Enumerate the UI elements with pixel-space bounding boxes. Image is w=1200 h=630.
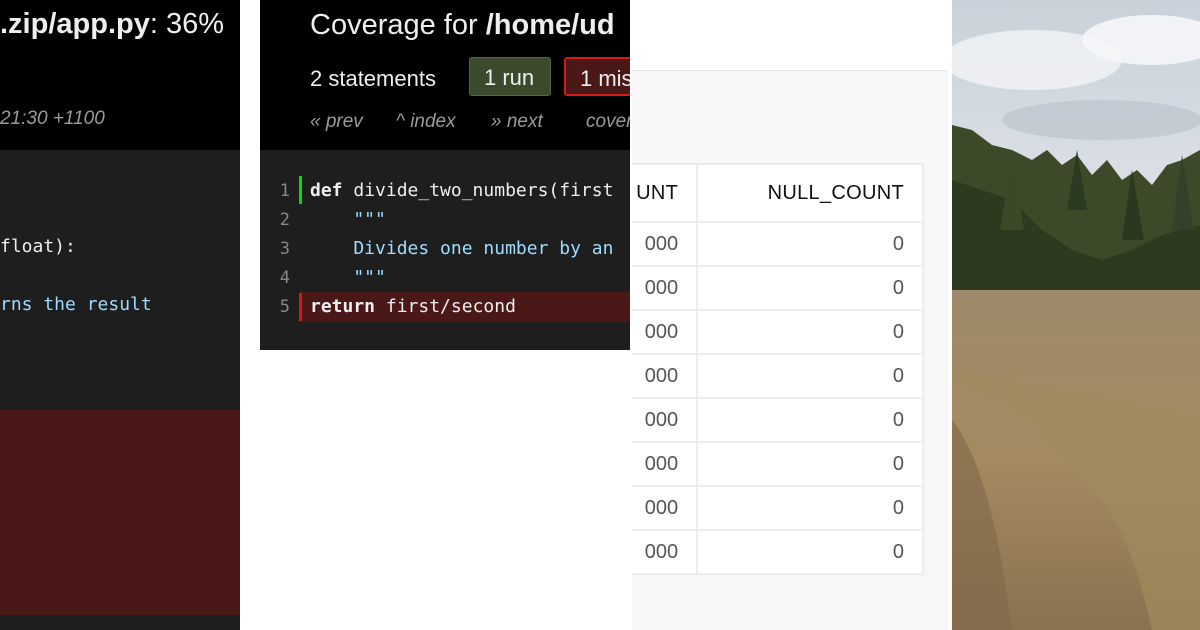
title-prefix: Coverage for <box>310 9 486 41</box>
table-body: 000 0 000 0 000 0 000 0 000 0 000 0 000 0 000 0 <box>632 221 924 575</box>
line-number[interactable]: 1 <box>260 181 290 201</box>
landscape-photo <box>952 0 1200 630</box>
code-fragment: ) <box>0 558 4 582</box>
code-line: Divides one number by an <box>310 238 614 259</box>
code-text: first/second <box>375 296 516 317</box>
index-link[interactable]: ^ index <box>396 111 456 133</box>
table-row: 000 0 <box>632 441 924 487</box>
page-title: Coverage for /home/ud <box>310 9 615 42</box>
null-count-cell: 0 <box>696 221 924 267</box>
line-number[interactable]: 3 <box>260 239 290 259</box>
code-line: """ <box>310 267 386 288</box>
null-count-cell: 0 <box>696 397 924 443</box>
prev-link[interactable]: « prev <box>310 111 363 133</box>
null-count-cell: 0 <box>696 265 924 311</box>
coverage-percent: : 36% <box>149 8 225 40</box>
count-cell: 000 <box>632 353 699 399</box>
timestamp: 21:30 +1100 <box>0 108 105 129</box>
count-cell: 000 <box>632 441 699 487</box>
left-coverage-panel: .zip/app.py: 36% 21:30 +1100 float): rns… <box>0 0 240 630</box>
table-header-row: UNT NULL_COUNT <box>632 163 924 223</box>
null-count-cell: 0 <box>696 441 924 487</box>
null-count-cell: 0 <box>696 353 924 399</box>
table-row: 000 0 <box>632 353 924 399</box>
code-line: def divide_two_numbers(first <box>310 180 613 201</box>
page-title: .zip/app.py: 36% <box>0 8 224 41</box>
count-cell: 000 <box>632 485 699 531</box>
field-forest-image <box>952 0 1200 630</box>
missing-line-marker <box>299 293 302 321</box>
code-line-docstring: rns the result <box>0 294 152 315</box>
coverage-link[interactable]: cover <box>586 111 630 133</box>
statement-count: 2 statements <box>310 66 436 91</box>
table-row: 000 0 <box>632 221 924 267</box>
cloud <box>1002 100 1200 140</box>
null-count-cell: 0 <box>696 529 924 575</box>
null-count-cell: 0 <box>696 485 924 531</box>
table-row: 000 0 <box>632 485 924 531</box>
table-row: 000 0 <box>632 265 924 311</box>
count-cell: 000 <box>632 265 699 311</box>
code-line: """ <box>310 209 386 230</box>
line-number[interactable]: 4 <box>260 268 290 288</box>
file-name: .zip/app.py <box>0 8 150 40</box>
line-number[interactable]: 2 <box>260 210 290 230</box>
count-cell: 000 <box>632 529 699 575</box>
count-cell: 000 <box>632 221 699 267</box>
count-cell: 000 <box>632 397 699 443</box>
count-cell: 000 <box>632 309 699 355</box>
run-line-marker <box>299 176 302 204</box>
code-line: float): <box>0 236 76 257</box>
missing-filter-button[interactable]: 1 mis <box>564 57 630 96</box>
line-number[interactable]: 5 <box>260 297 290 317</box>
code-line: return first/second <box>310 296 516 317</box>
stats-table: UNT NULL_COUNT 000 0 000 0 000 0 000 0 000 0 000 0 0… <box>632 163 924 575</box>
next-link[interactable]: » next <box>491 111 543 133</box>
table-row: 000 0 <box>632 397 924 443</box>
keyword: return <box>310 296 376 317</box>
run-filter-button[interactable]: 1 run <box>469 57 551 96</box>
file-path: /home/ud <box>485 9 615 41</box>
middle-coverage-panel: Coverage for /home/ud 2 statements 1 run… <box>260 0 630 350</box>
missed-code-block <box>0 410 240 615</box>
column-header-count[interactable]: UNT <box>632 163 699 223</box>
table-row: 000 0 <box>632 529 924 575</box>
table-row: 000 0 <box>632 309 924 355</box>
data-table-panel: UNT NULL_COUNT 000 0 000 0 000 0 000 0 000 0 000 0 0… <box>632 0 952 630</box>
null-count-cell: 0 <box>696 309 924 355</box>
keyword: def <box>310 180 343 201</box>
column-header-null-count[interactable]: NULL_COUNT <box>696 163 924 223</box>
code-text: divide_two_numbers(first <box>342 180 614 201</box>
